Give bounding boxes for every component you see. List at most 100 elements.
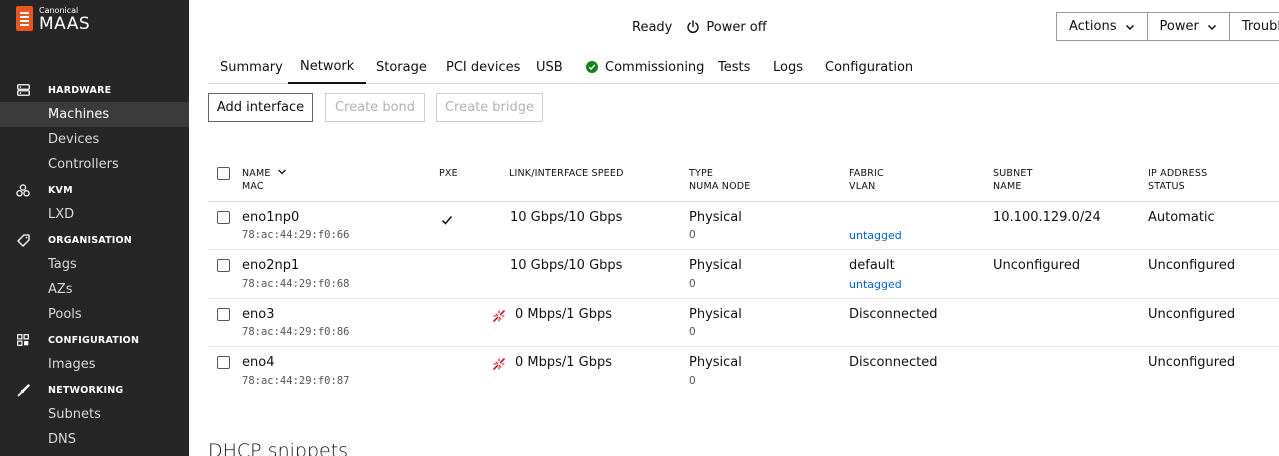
header-label: STATUS [1148, 181, 1185, 192]
button-label: Actions [1069, 19, 1117, 34]
header-label: VLAN [849, 181, 876, 192]
table-header-divider [208, 201, 1279, 202]
interface-name[interactable]: eno1np0 [242, 210, 299, 225]
tab-label: Summary [220, 59, 283, 75]
link-speed: 10 Gbps/10 Gbps [510, 210, 623, 225]
nav-section-label: ORGANISATION [48, 234, 132, 246]
fabric[interactable]: default [849, 258, 895, 273]
nav-section-label: HARDWARE [48, 84, 112, 96]
sidebar-item-machines[interactable]: Machines [0, 102, 189, 127]
row-divider [208, 298, 1279, 299]
create-bond-button[interactable]: Create bond [325, 93, 425, 122]
tab-network[interactable]: Network [288, 50, 367, 84]
link-speed: 10 Gbps/10 Gbps [510, 258, 623, 273]
interface-type: Physical [689, 355, 742, 370]
chevron-down-icon [1125, 22, 1135, 32]
power-icon [686, 20, 700, 34]
ip-mode: Unconfigured [1148, 258, 1236, 273]
tab-tests[interactable]: Tests [706, 50, 762, 84]
tab-logs[interactable]: Logs [761, 50, 815, 84]
sort-chevron-down-icon [277, 167, 287, 180]
sidebar-item-images[interactable]: Images [0, 352, 189, 377]
header-label: FABRIC [849, 168, 884, 179]
create-bridge-button[interactable]: Create bridge [436, 93, 543, 122]
numa-node: 0 [689, 375, 696, 387]
sidebar-item-pools[interactable]: Pools [0, 302, 189, 327]
tab-label: Network [300, 58, 355, 74]
actions-dropdown-button[interactable]: Actions [1057, 13, 1148, 40]
nav-section-configuration: CONFIGURATION [0, 328, 189, 352]
sidebar-item-label: LXD [48, 207, 75, 222]
numa-node: 0 [689, 326, 696, 338]
column-header-subnet: SUBNET NAME [993, 167, 1033, 193]
sidebar-item-azs[interactable]: AZs [0, 277, 189, 302]
row-checkbox[interactable] [217, 259, 230, 272]
select-all-checkbox[interactable] [217, 167, 230, 180]
tab-summary[interactable]: Summary [208, 50, 295, 84]
power-dropdown-button[interactable]: Power [1147, 13, 1230, 40]
link-speed: 0 Mbps/1 Gbps [515, 307, 613, 322]
nav-section-kvm: KVM [0, 178, 189, 202]
troubleshoot-button[interactable]: Troubles [1229, 13, 1279, 40]
numa-node: 0 [689, 278, 696, 290]
fabric: Disconnected [849, 355, 938, 370]
tab-pci-devices[interactable]: PCI devices [434, 50, 532, 84]
row-checkbox[interactable] [217, 308, 230, 321]
header-label: NUMA NODE [689, 181, 751, 192]
chevron-down-icon [1207, 22, 1217, 32]
column-header-ip-status: IP ADDRESS STATUS [1148, 167, 1207, 193]
sidebar-item-label: AZs [48, 282, 73, 297]
sidebar-item-lxd[interactable]: LXD [0, 202, 189, 227]
interface-name[interactable]: eno3 [242, 307, 274, 322]
sidebar-item-label: Devices [48, 132, 100, 147]
nav-section-label: CONFIGURATION [48, 334, 140, 346]
button-label: Power [1159, 19, 1199, 34]
interface-name[interactable]: eno2np1 [242, 258, 299, 273]
tab-label: PCI devices [446, 59, 521, 75]
sidebar-item-subnets[interactable]: Subnets [0, 402, 189, 427]
column-header-type: TYPE NUMA NODE [689, 167, 750, 193]
vlan-link[interactable]: untagged [849, 278, 902, 291]
tab-configuration[interactable]: Configuration [813, 50, 925, 84]
subnet[interactable]: 10.100.129.0/24 [993, 210, 1101, 225]
sidebar-item-devices[interactable]: Devices [0, 127, 189, 152]
maas-logo[interactable]: Canonical MAAS [16, 6, 90, 33]
ip-mode: Automatic [1148, 210, 1215, 225]
nav-section-label: KVM [48, 184, 73, 196]
row-checkbox[interactable] [217, 356, 230, 369]
tab-commissioning[interactable]: Commissioning [574, 50, 716, 84]
disconnected-link-icon [492, 308, 506, 322]
button-label: Add interface [216, 100, 305, 115]
vlan-link[interactable]: untagged [849, 229, 902, 242]
interface-mac: 78:ac:44:29:f0:87 [242, 375, 350, 387]
pxe-check-icon [441, 211, 453, 225]
sidebar-item-dns[interactable]: DNS [0, 427, 189, 452]
header-label: MAC [242, 181, 264, 192]
sidebar-item-tags[interactable]: Tags [0, 252, 189, 277]
sidebar-item-label: Images [48, 357, 96, 372]
sidebar-item-label: Pools [48, 307, 82, 322]
interface-type: Physical [689, 210, 742, 225]
tab-label: Commissioning [605, 59, 705, 75]
config-grid-icon [16, 333, 30, 347]
add-interface-button[interactable]: Add interface [208, 93, 313, 122]
row-checkbox[interactable] [217, 211, 230, 224]
nav-section-label: NETWORKING [48, 384, 124, 396]
nav-section-hardware: HARDWARE [0, 78, 189, 102]
kvm-cluster-icon [16, 183, 30, 197]
ip-mode: Unconfigured [1148, 355, 1236, 370]
tab-usb[interactable]: USB [524, 50, 575, 84]
button-label: Create bond [334, 100, 416, 115]
column-header-name[interactable]: NAME MAC [242, 167, 287, 193]
success-check-icon [586, 61, 598, 73]
button-label: Create bridge [444, 100, 535, 115]
tab-label: Tests [718, 59, 751, 75]
maas-logo-icon [16, 6, 33, 31]
column-header-pxe: PXE [439, 167, 458, 180]
sidebar-item-controllers[interactable]: Controllers [0, 152, 189, 177]
interface-name[interactable]: eno4 [242, 355, 274, 370]
tab-storage[interactable]: Storage [364, 50, 439, 84]
tab-label: USB [536, 59, 563, 75]
sidebar-item-label: Subnets [48, 407, 101, 422]
header-label: SUBNET [993, 168, 1033, 179]
